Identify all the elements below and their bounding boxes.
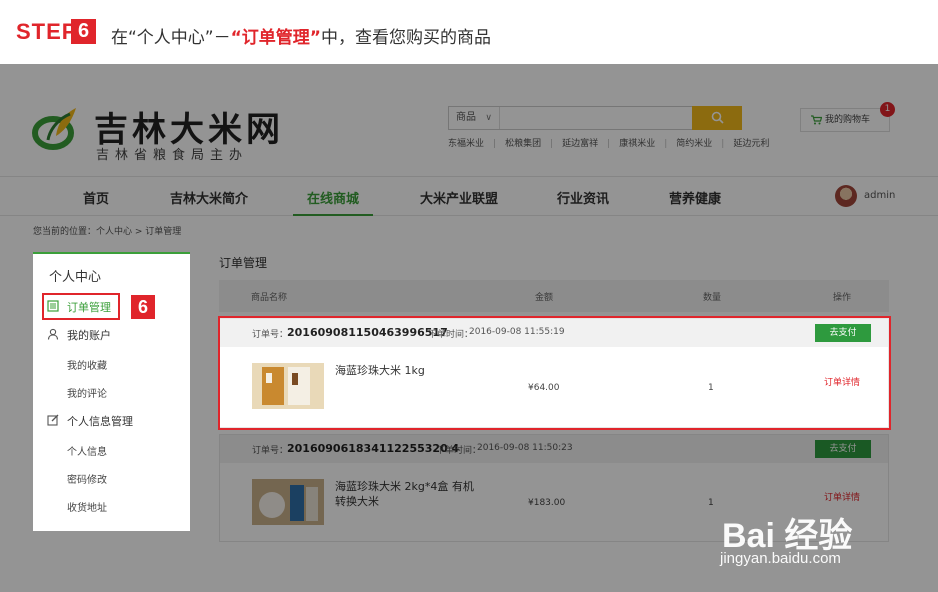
step-instruction: 在“个人中心”－“订单管理”中，查看您购买的商品 <box>111 23 491 48</box>
sidebar-highlight-frame <box>42 293 120 320</box>
sidebar-item-info[interactable]: 个人信息 <box>67 443 107 458</box>
search-category-value: 商品 <box>456 112 476 123</box>
page-title: 订单管理 <box>219 256 268 270</box>
order-time-label: 下单时间： <box>428 330 474 340</box>
pay-button[interactable]: 去支付 <box>815 324 871 342</box>
hot-link[interactable]: 松粮集团 <box>505 139 541 149</box>
product-name[interactable]: 海蓝珍珠大米 1kg <box>335 363 425 378</box>
product-name[interactable]: 海蓝珍珠大米 2kg*4盒 有机 转换大米 <box>335 479 474 509</box>
order-no-label: 订单号： <box>252 446 289 456</box>
order-quantity: 1 <box>708 498 714 508</box>
column-header: 操作 <box>833 293 852 303</box>
orders-table-header: 商品名称 金额 数量 操作 <box>219 280 889 312</box>
sidebar-item-address[interactable]: 收货地址 <box>67 499 107 514</box>
edit-icon <box>47 414 59 426</box>
order-no-label: 订单号： <box>252 330 289 340</box>
site-logo-subtitle: 吉林省粮食局主办 <box>96 148 249 163</box>
order-amount: ¥183.00 <box>528 498 566 508</box>
sidebar-item-password[interactable]: 密码修改 <box>67 471 107 486</box>
search-category-select[interactable]: 商品 ∨ <box>449 107 500 129</box>
step-label: STEP <box>16 19 78 44</box>
nav-intro[interactable]: 吉林大米简介 <box>170 188 248 207</box>
order-card-highlighted: 订单号： 201609081150463996517 下单时间： 2016-09… <box>219 318 889 428</box>
search-icon <box>711 111 724 124</box>
nav-home[interactable]: 首页 <box>83 188 109 207</box>
order-amount: ¥64.00 <box>528 383 560 393</box>
nav-active-indicator <box>293 214 373 216</box>
step-text-highlight: “订单管理” <box>230 28 321 48</box>
step-text-a: 在“个人中心”－ <box>111 28 231 48</box>
hot-link[interactable]: 延边元利 <box>733 139 769 149</box>
cart-icon <box>811 114 823 124</box>
breadcrumb: 您当前的位置：个人中心 > 订单管理 <box>33 227 182 237</box>
nav-health[interactable]: 营养健康 <box>669 188 721 207</box>
product-thumbnail[interactable] <box>252 363 324 409</box>
sidebar-item-account[interactable]: 我的账户 <box>67 327 111 343</box>
order-number: 201609061834112255320 4 <box>287 442 460 455</box>
website-screenshot: 吉林大米网 吉林省粮食局主办 商品 ∨ 东福米业 | 松粮集团 | 延边富祥 | 康祺米业 | 简… <box>0 64 938 592</box>
sidebar-title: 个人中心 <box>49 270 102 285</box>
order-time: 2016-09-08 11:50:23 <box>477 443 573 453</box>
search-button[interactable] <box>692 106 742 130</box>
rice-logo-icon <box>32 108 76 150</box>
order-header: 订单号： 201609081150463996517 下单时间： 2016-09… <box>220 319 888 347</box>
step-marker-badge: 6 <box>131 295 155 319</box>
order-detail-link[interactable]: 订单详情 <box>824 375 860 388</box>
search-bar: 商品 ∨ <box>448 106 742 130</box>
order-number: 201609081150463996517 <box>287 326 448 339</box>
hot-link[interactable]: 东福米业 <box>448 139 484 149</box>
username[interactable]: admin <box>864 190 895 201</box>
cart-count-badge: 1 <box>880 102 895 117</box>
sidebar-item-info-management[interactable]: 个人信息管理 <box>67 413 133 429</box>
product-name-line: 海蓝珍珠大米 2kg*4盒 有机 <box>335 480 474 493</box>
hot-link[interactable]: 简约米业 <box>676 139 712 149</box>
order-time-label: 下单时间： <box>436 446 482 456</box>
column-header: 数量 <box>703 293 722 303</box>
chevron-down-icon: ∨ <box>485 113 492 123</box>
main-nav: 首页 吉林大米简介 在线商城 大米产业联盟 行业资讯 营养健康 admin <box>0 176 938 216</box>
baidu-watermark-url: jingyan.baidu.com <box>720 550 841 567</box>
hot-search-links: 东福米业 | 松粮集团 | 延边富祥 | 康祺米业 | 简约米业 | 延边元利 <box>448 139 770 149</box>
pay-button[interactable]: 去支付 <box>815 440 871 458</box>
order-detail-link[interactable]: 订单详情 <box>824 490 860 503</box>
cart-label: 我的购物车 <box>825 115 871 125</box>
step-number: 6 <box>71 19 96 44</box>
order-quantity: 1 <box>708 383 714 393</box>
user-icon <box>47 328 59 340</box>
order-time: 2016-09-08 11:55:19 <box>469 327 565 337</box>
step-banner: STEP 6 在“个人中心”－“订单管理”中，查看您购买的商品 <box>0 0 938 64</box>
order-header: 订单号： 201609061834112255320 4 下单时间： 2016-… <box>220 435 888 463</box>
step-text-b: 中，查看您购买的商品 <box>320 28 491 48</box>
avatar[interactable] <box>835 185 857 207</box>
nav-news[interactable]: 行业资讯 <box>557 188 609 207</box>
hot-link[interactable]: 延边富祥 <box>562 139 598 149</box>
product-name-line: 转换大米 <box>335 495 379 508</box>
sidebar-item-reviews[interactable]: 我的评论 <box>67 385 107 400</box>
column-header: 商品名称 <box>251 293 288 303</box>
nav-alliance[interactable]: 大米产业联盟 <box>420 188 498 207</box>
column-header: 金额 <box>535 293 554 303</box>
hot-link[interactable]: 康祺米业 <box>619 139 655 149</box>
cart-button[interactable]: 我的购物车 <box>800 108 890 132</box>
sidebar-item-favorites[interactable]: 我的收藏 <box>67 357 107 372</box>
nav-shop[interactable]: 在线商城 <box>307 188 359 207</box>
product-thumbnail[interactable] <box>252 479 324 525</box>
